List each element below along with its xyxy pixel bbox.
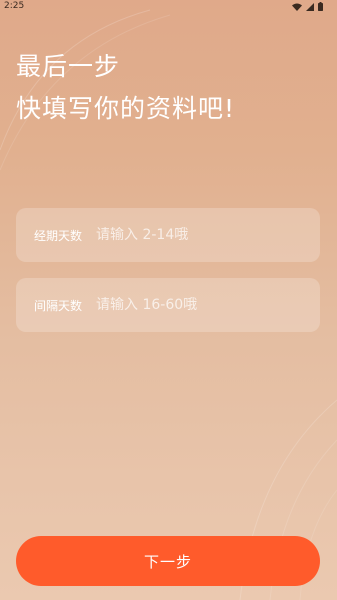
- cycle-days-input[interactable]: [96, 297, 296, 313]
- period-days-input[interactable]: [96, 227, 296, 243]
- cycle-days-label: 间隔天数: [34, 298, 83, 313]
- headline-line-2: 快填写你的资料吧!: [16, 94, 236, 123]
- page-headline: 最后一步 快填写你的资料吧!: [16, 46, 235, 130]
- status-icons: [292, 2, 323, 11]
- signal-icon: [306, 2, 314, 11]
- headline-line-1: 最后一步: [16, 52, 121, 81]
- wifi-icon: [292, 3, 302, 11]
- period-days-field[interactable]: 经期天数: [16, 208, 320, 262]
- cycle-days-field[interactable]: 间隔天数: [16, 278, 320, 332]
- status-bar: 2:25: [0, 0, 337, 14]
- status-time: 2:25: [4, 1, 25, 11]
- period-days-label: 经期天数: [34, 228, 83, 243]
- next-step-button[interactable]: 下一步: [16, 536, 320, 586]
- battery-icon: [318, 2, 323, 11]
